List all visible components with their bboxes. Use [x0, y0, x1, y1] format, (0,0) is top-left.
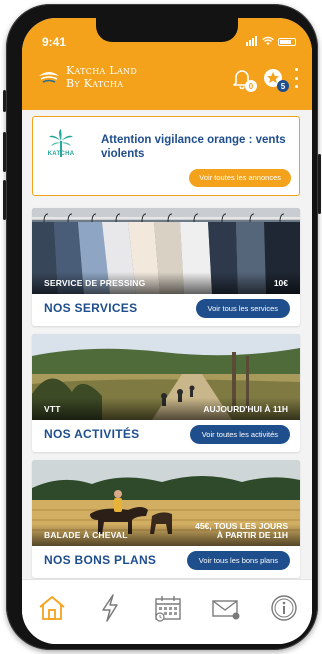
notification-badge: 0: [245, 80, 257, 92]
deals-caption-time: à partir de 11h: [216, 530, 288, 540]
tab-activity[interactable]: [94, 592, 126, 624]
pressing-image: Service de pressing 10€: [32, 208, 300, 294]
tab-home[interactable]: [36, 592, 68, 624]
brand-name: Katcha Land By Katcha: [66, 64, 137, 90]
see-all-services-button[interactable]: Voir tous les services: [195, 299, 290, 318]
notifications-button[interactable]: 0: [230, 66, 257, 92]
wifi-icon: [262, 36, 274, 45]
battery-icon: [278, 38, 296, 46]
deals-caption-details: 45€, tous les jours à partir de 11h: [195, 522, 288, 540]
header-actions: 0 5: [230, 66, 298, 92]
deals-card[interactable]: Balade à cheval 45€, tous les jours à pa…: [32, 460, 300, 578]
horse-ride-image: Balade à cheval 45€, tous les jours à pa…: [32, 460, 300, 546]
tab-info[interactable]: [268, 592, 300, 624]
see-all-announcements-button[interactable]: Voir toutes les annonces: [189, 169, 291, 187]
activities-card[interactable]: VTT Aujourd'hui à 11h NOS ACTIVITÉS Voir…: [32, 334, 300, 452]
alert-logo-text: KATCHA: [47, 151, 75, 157]
calendar-icon: [155, 596, 181, 622]
activities-caption-time: Aujourd'hui à 11h: [203, 404, 288, 414]
volume-down-button: [3, 180, 6, 220]
services-title: NOS SERVICES: [44, 301, 138, 315]
see-all-deals-button[interactable]: Voir tous les bons plans: [186, 551, 290, 570]
home-icon: [39, 596, 65, 620]
info-icon: [271, 595, 297, 621]
services-caption-price: 10€: [273, 278, 288, 288]
volume-up-button: [3, 132, 6, 172]
status-time: 9:41: [42, 35, 67, 49]
bottom-tab-bar: [22, 579, 312, 644]
tab-messages[interactable]: [210, 592, 242, 624]
signal-icon: [246, 28, 258, 46]
status-icons: [246, 34, 296, 46]
see-all-activities-button[interactable]: Voir toutes les activités: [189, 425, 290, 444]
mail-icon: [212, 600, 240, 620]
activities-caption-title: VTT: [44, 404, 61, 414]
tab-calendar[interactable]: [152, 592, 184, 624]
vtt-image: VTT Aujourd'hui à 11h: [32, 334, 300, 420]
deals-title: NOS BONS PLANS: [44, 553, 157, 567]
notch: [96, 18, 238, 42]
phone-frame: 9:41 Katcha Land By Katcha 0 5 KATCHA At…: [3, 4, 321, 650]
bolt-icon: [102, 594, 118, 622]
katcha-logo-icon: [39, 72, 59, 83]
mute-switch: [3, 90, 6, 112]
services-card[interactable]: Service de pressing 10€ NOS SERVICES Voi…: [32, 208, 300, 326]
alert-banner: KATCHA Attention vigilance orange : vent…: [32, 116, 300, 196]
home-feed: KATCHA Attention vigilance orange : vent…: [22, 110, 312, 580]
katcha-palm-logo-icon: [49, 129, 73, 157]
screen: 9:41 Katcha Land By Katcha 0 5 KATCHA At…: [22, 18, 312, 644]
power-button: [318, 154, 321, 214]
alert-message: Attention vigilance orange : vents viole…: [101, 134, 286, 160]
services-caption-title: Service de pressing: [44, 278, 146, 288]
favorites-button[interactable]: 5: [262, 66, 289, 92]
brand-line-1: Katcha Land: [66, 64, 138, 77]
activities-title: NOS ACTIVITÉS: [44, 427, 140, 441]
favorites-badge: 5: [277, 80, 289, 92]
more-menu-icon[interactable]: [294, 68, 298, 88]
brand-line-2: By Katcha: [66, 77, 124, 90]
deals-caption-title: Balade à cheval: [44, 530, 128, 540]
